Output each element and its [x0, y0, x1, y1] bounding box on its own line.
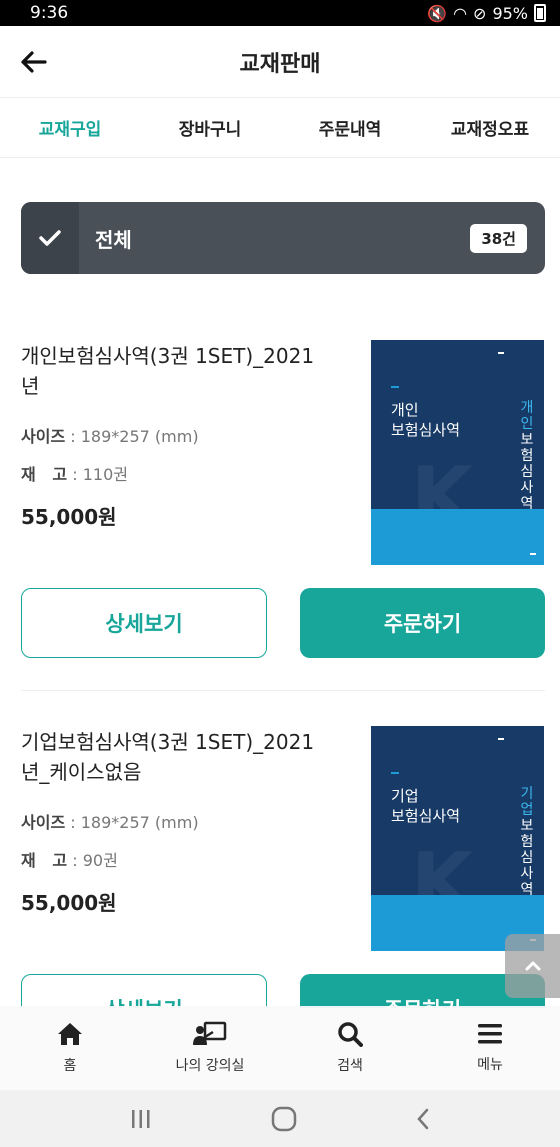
- battery-percent: 95%: [492, 3, 528, 23]
- nav-home-label: 홈: [63, 1058, 77, 1074]
- product-stock: 재 고 : 90권: [21, 847, 341, 871]
- cover-title-line2: 보험심사역: [391, 421, 461, 439]
- tab-bar: 교재구입 장바구니 주문내역 교재정오표: [0, 98, 560, 158]
- status-time: 9:36: [30, 3, 69, 23]
- stock-value: : 110권: [72, 465, 128, 484]
- product-info: 개인보험심사역(3권 1SET)_2021 년 사이즈 : 189*257 (m…: [21, 341, 341, 530]
- stock-label: 재 고: [21, 465, 68, 484]
- cover-vertical-title: 개인 보험심사역: [518, 400, 536, 512]
- cover-title-line2: 보험심사역: [391, 807, 461, 825]
- divider: [21, 690, 545, 691]
- tab-purchase[interactable]: 교재구입: [0, 115, 140, 140]
- cover-title-line1: 개인: [391, 401, 419, 419]
- filter-checkbox[interactable]: [21, 202, 79, 274]
- detail-button[interactable]: 상세보기: [21, 588, 267, 658]
- product-price: 55,000원: [21, 891, 117, 915]
- nav-menu[interactable]: 메뉴: [420, 1006, 560, 1090]
- main-content: 전체 38건 개인보험심사역(3권 1SET)_2021 년 사이즈 : 189…: [0, 158, 560, 1008]
- back-arrow-icon: [21, 51, 47, 73]
- cover-vertical-line2: 보험심사역: [520, 818, 534, 898]
- cover-title-line1: 기업: [391, 787, 419, 805]
- product-name-line1: 기업보험심사역(3권 1SET)_2021: [21, 730, 315, 754]
- app-header: 교재판매: [0, 26, 560, 98]
- filter-bar[interactable]: 전체 38건: [21, 202, 545, 274]
- mute-icon: 🔇: [427, 3, 448, 23]
- status-icons: 🔇 ◠ ⊘ 95%: [427, 4, 546, 23]
- cover-tag: [391, 772, 399, 774]
- wifi-icon: ◠: [453, 3, 468, 23]
- system-nav-bar: [0, 1090, 560, 1147]
- product-info: 기업보험심사역(3권 1SET)_2021 년_케이스없음 사이즈 : 189*…: [21, 727, 341, 916]
- tab-cart[interactable]: 장바구니: [140, 115, 280, 140]
- cover-vertical-line1: 개인: [520, 400, 534, 432]
- dnd-icon: ⊘: [473, 3, 487, 23]
- search-icon: [338, 1022, 363, 1047]
- cover-tag: [391, 386, 399, 388]
- cover-title: 개인 보험심사역: [391, 400, 460, 440]
- size-label: 사이즈: [21, 427, 66, 446]
- cover-vertical-line2: 보험심사역: [520, 432, 534, 512]
- chevron-up-icon: [525, 961, 540, 971]
- order-button[interactable]: 주문하기: [300, 588, 545, 658]
- product-name[interactable]: 기업보험심사역(3권 1SET)_2021 년_케이스없음: [21, 727, 341, 787]
- detail-button[interactable]: 상세보기: [21, 974, 267, 1008]
- recent-apps-icon[interactable]: [130, 1109, 152, 1129]
- filter-label: 전체: [95, 227, 132, 252]
- home-icon: [58, 1023, 82, 1045]
- nav-menu-label: 메뉴: [477, 1057, 503, 1073]
- size-value: : 189*257 (mm): [70, 427, 199, 446]
- check-icon: [39, 230, 61, 246]
- classroom-icon: [193, 1021, 227, 1045]
- page-title: 교재판매: [239, 51, 321, 77]
- size-label: 사이즈: [21, 813, 66, 832]
- scroll-to-top-button[interactable]: [505, 934, 560, 998]
- nav-classroom[interactable]: 나의 강의실: [140, 1006, 280, 1090]
- tab-orders[interactable]: 주문내역: [280, 115, 420, 140]
- cover-vertical-line1: 기업: [520, 786, 534, 818]
- product-size: 사이즈 : 189*257 (mm): [21, 809, 341, 833]
- cover-publisher-logo: [530, 553, 536, 555]
- home-button-icon[interactable]: [271, 1106, 297, 1132]
- product-size: 사이즈 : 189*257 (mm): [21, 423, 341, 447]
- cover-title: 기업 보험심사역: [391, 786, 460, 826]
- status-bar: 9:36 🔇 ◠ ⊘ 95%: [0, 0, 560, 26]
- cover-year-badge: [498, 738, 504, 740]
- cover-vertical-title: 기업 보험심사역: [518, 786, 536, 898]
- cover-band: [371, 509, 544, 565]
- battery-icon: [534, 4, 546, 22]
- product-price: 55,000원: [21, 505, 117, 529]
- back-button[interactable]: [18, 46, 50, 78]
- nav-classroom-label: 나의 강의실: [175, 1058, 245, 1074]
- product-name-line1: 개인보험심사역(3권 1SET)_2021: [21, 344, 315, 368]
- product-name[interactable]: 개인보험심사역(3권 1SET)_2021 년: [21, 341, 341, 401]
- book-cover-image[interactable]: K 개인 보험심사역 개인 보험심사역: [371, 340, 544, 565]
- nav-home[interactable]: 홈: [0, 1006, 140, 1090]
- stock-label: 재 고: [21, 851, 68, 870]
- cover-year-badge: [498, 352, 504, 354]
- nav-search[interactable]: 검색: [280, 1006, 420, 1090]
- product-stock: 재 고 : 110권: [21, 461, 341, 485]
- size-value: : 189*257 (mm): [70, 813, 199, 832]
- tab-errata[interactable]: 교재정오표: [420, 115, 560, 140]
- nav-search-label: 검색: [337, 1058, 363, 1074]
- stock-value: : 90권: [72, 851, 118, 870]
- back-nav-icon[interactable]: [416, 1108, 430, 1130]
- filter-count-badge: 38건: [470, 223, 527, 253]
- product-name-line2: 년_케이스없음: [21, 760, 142, 784]
- book-cover-image[interactable]: K 기업 보험심사역 기업 보험심사역: [371, 726, 544, 951]
- product-name-line2: 년: [21, 374, 40, 398]
- menu-icon: [478, 1024, 502, 1044]
- bottom-nav: 홈 나의 강의실 검색 메뉴: [0, 1006, 560, 1090]
